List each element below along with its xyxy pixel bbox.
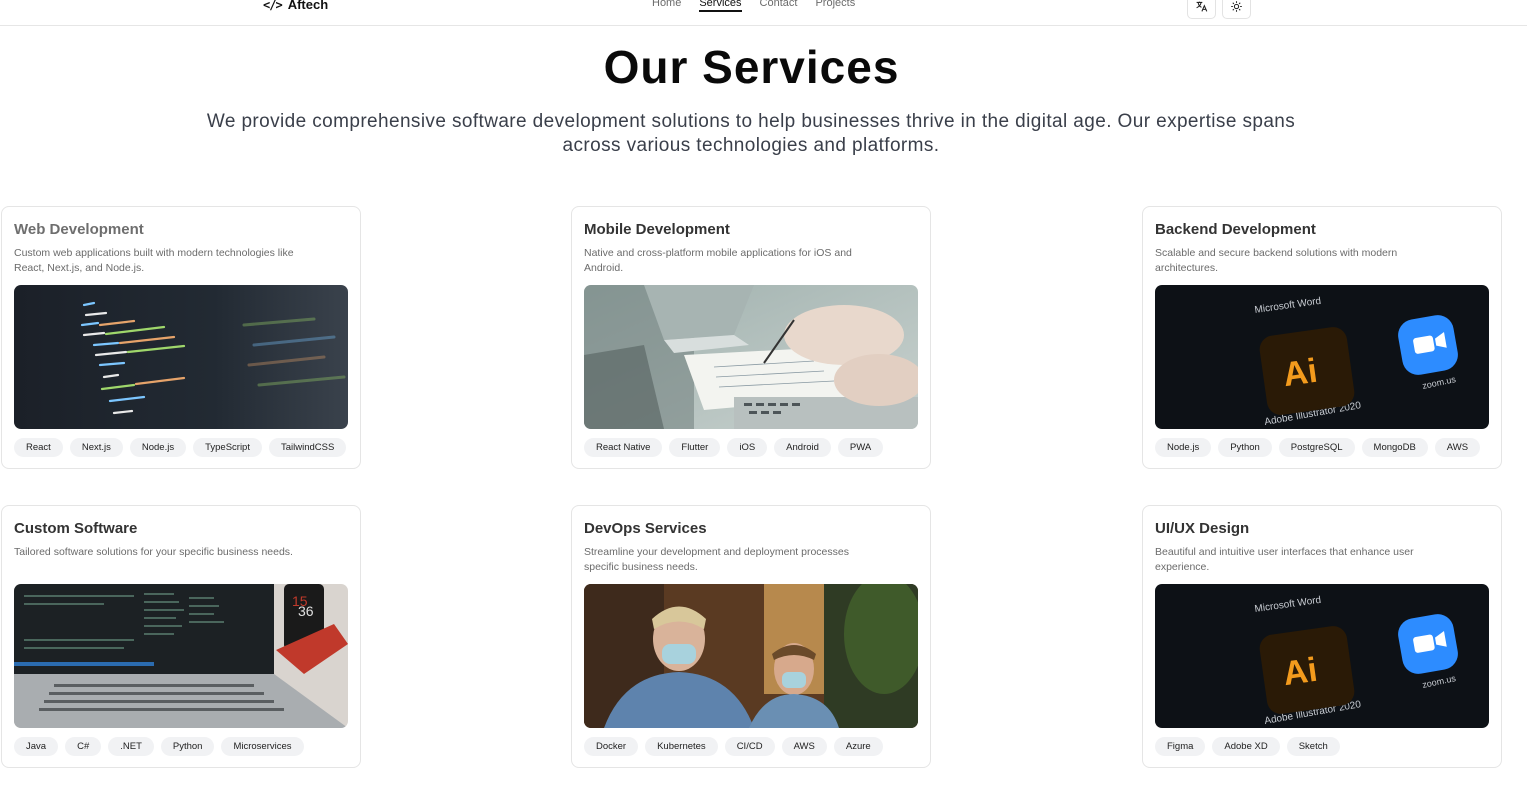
translate-icon — [1196, 1, 1208, 12]
page-subtitle: We provide comprehensive software develo… — [206, 111, 1296, 156]
card-description: Native and cross-platform mobile applica… — [584, 247, 852, 274]
page-title: Our Services — [603, 41, 900, 93]
tag: Adobe XD — [1212, 737, 1280, 756]
tag: C# — [65, 737, 102, 756]
tag: Node.js — [129, 438, 187, 457]
tag: Python — [160, 737, 215, 756]
tag: Next.js — [69, 438, 123, 457]
top-navbar: </> Aftech Home Services Contact Project… — [0, 0, 1527, 26]
card-description: Beautiful and intuitive user interfaces … — [1155, 546, 1414, 573]
card-description: Scalable and secure backend solutions wi… — [1155, 247, 1398, 274]
tag: AWS — [781, 737, 827, 756]
tag-list: React Next.js Node.js TypeScript Tailwin… — [14, 438, 347, 457]
service-card-mobile-development[interactable]: Mobile Development Native and cross-plat… — [571, 206, 931, 469]
ai-logo: Ai — [1281, 651, 1320, 693]
card-title: Mobile Development — [584, 221, 730, 238]
tag: AWS — [1434, 438, 1481, 457]
main-nav: Home Services Contact Projects — [652, 0, 855, 12]
card-title: Web Development — [14, 221, 144, 238]
nav-home[interactable]: Home — [652, 0, 681, 11]
tag: iOS — [727, 438, 768, 457]
tag: Python — [1218, 438, 1272, 457]
card-title: Backend Development — [1155, 221, 1316, 238]
brand-name: Aftech — [287, 0, 329, 12]
tag: React Native — [584, 438, 663, 457]
service-card-ui-ux-design[interactable]: UI/UX Design Beautiful and intuitive use… — [1142, 505, 1502, 768]
brand-logo[interactable]: </> Aftech — [263, 0, 328, 12]
svg-text:36: 36 — [298, 603, 314, 619]
laptop-with-terminal-photo: 15 36 — [14, 584, 348, 728]
service-card-backend-development[interactable]: Backend Development Scalable and secure … — [1142, 206, 1502, 469]
code-on-monitor-photo — [14, 285, 348, 429]
tag: TailwindCSS — [268, 438, 347, 457]
app-icons-screen-photo: Microsoft Word Adobe Illustrator 2020 zo… — [1155, 584, 1489, 728]
tag: PostgreSQL — [1278, 438, 1355, 457]
tag: .NET — [108, 737, 154, 756]
tag-list: Figma Adobe XD Sketch — [1155, 737, 1340, 756]
tag: Microservices — [221, 737, 304, 756]
code-icon: </> — [263, 0, 283, 12]
card-description: Custom web applications built with moder… — [14, 247, 294, 274]
tag-list: React Native Flutter iOS Android PWA — [584, 438, 884, 457]
tag: Figma — [1155, 737, 1206, 756]
service-card-custom-software[interactable]: Custom Software Tailored software soluti… — [1, 505, 361, 768]
tag: Java — [14, 737, 59, 756]
tag: Docker — [584, 737, 639, 756]
card-title: Custom Software — [14, 520, 138, 537]
nav-services[interactable]: Services — [699, 0, 742, 12]
sun-icon — [1231, 1, 1242, 12]
card-title: UI/UX Design — [1155, 520, 1250, 537]
tag-list: Docker Kubernetes CI/CD AWS Azure — [584, 737, 883, 756]
ai-logo: Ai — [1281, 352, 1320, 394]
tag: Node.js — [1155, 438, 1212, 457]
tag: MongoDB — [1361, 438, 1428, 457]
tag-list: Node.js Python PostgreSQL MongoDB AWS — [1155, 438, 1481, 457]
tag: Sketch — [1286, 737, 1340, 756]
tag: Android — [774, 438, 831, 457]
tag-list: Java C# .NET Python Microservices — [14, 737, 304, 756]
two-people-with-masks-photo — [584, 584, 918, 728]
tag: React — [14, 438, 63, 457]
tag: Flutter — [669, 438, 721, 457]
card-description: Tailored software solutions for your spe… — [14, 546, 293, 558]
tag: Azure — [833, 737, 883, 756]
tag: TypeScript — [193, 438, 262, 457]
app-icons-screen-photo: Microsoft Word Adobe Illustrator 2020 zo… — [1155, 285, 1489, 429]
nav-contact[interactable]: Contact — [760, 0, 798, 11]
card-description: Streamline your development and deployme… — [584, 546, 849, 573]
theme-toggle-button[interactable] — [1222, 0, 1251, 19]
hands-writing-at-laptop-photo — [584, 285, 918, 429]
service-card-web-development[interactable]: Web Development Custom web applications … — [1, 206, 361, 469]
language-button[interactable] — [1187, 0, 1216, 19]
tag: CI/CD — [724, 737, 775, 756]
tag: PWA — [837, 438, 884, 457]
tag: Kubernetes — [645, 737, 718, 756]
service-card-devops-services[interactable]: DevOps Services Streamline your developm… — [571, 505, 931, 768]
nav-projects[interactable]: Projects — [815, 0, 855, 11]
card-title: DevOps Services — [584, 520, 707, 537]
